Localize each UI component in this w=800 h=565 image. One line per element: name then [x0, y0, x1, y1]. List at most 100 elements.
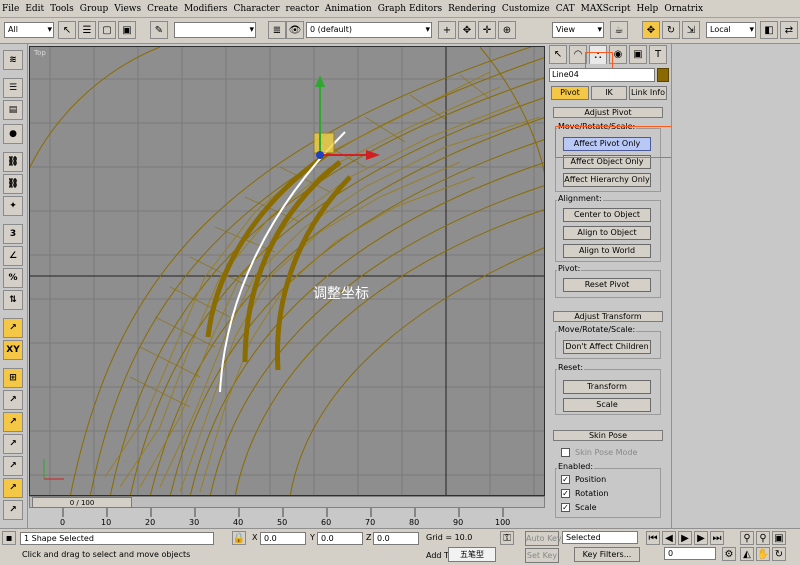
axis-extra-icon[interactable]: ↗ — [3, 500, 23, 520]
abc-named-selection-icon[interactable]: ✎ — [150, 21, 168, 39]
material-editor-icon[interactable]: ● — [3, 124, 23, 144]
orbit-icon[interactable]: ↻ — [772, 547, 786, 561]
adjust-transform-rollout[interactable]: Adjust Transform — [553, 311, 663, 322]
time-slider-track[interactable]: 0 / 100 — [29, 496, 545, 508]
scale-button[interactable]: Scale — [563, 398, 651, 412]
key-filters-button[interactable]: Key Filters... — [574, 547, 640, 562]
skin-pose-mode-checkbox[interactable] — [561, 448, 570, 457]
scale-checkbox[interactable]: ✓ — [561, 503, 570, 512]
align-to-object-button[interactable]: Align to Object — [563, 226, 651, 240]
layer-visibility-icon[interactable]: 👁 — [286, 21, 304, 39]
track-ruler[interactable]: 0 10 20 30 40 50 60 70 80 90 100 — [29, 508, 545, 528]
maxscript-listener-icon[interactable]: ▪ — [2, 531, 16, 545]
snap-3d-icon[interactable]: 3 — [3, 224, 23, 244]
menu-maxscript[interactable]: MAXScript — [581, 4, 631, 14]
y-coord-field[interactable]: 0.0 — [317, 532, 363, 545]
selection-filter-dropdown[interactable]: All — [4, 22, 54, 38]
menu-create[interactable]: Create — [147, 4, 178, 14]
layer-dropdown[interactable]: 0 (default) — [306, 22, 432, 38]
add-to-layer-icon[interactable]: + — [438, 21, 456, 39]
select-layer-icon[interactable]: ✛ — [478, 21, 496, 39]
axis-z-icon[interactable]: ↗ — [3, 434, 23, 454]
axis-yz-icon[interactable]: ↗ — [3, 456, 23, 476]
transform-button[interactable]: Transform — [563, 380, 651, 394]
constraint-xyz-icon[interactable]: ↗ — [3, 318, 23, 338]
object-color-swatch[interactable] — [657, 68, 669, 82]
percent-snap-icon[interactable]: % — [3, 268, 23, 288]
go-to-start-icon[interactable]: ⏮ — [646, 531, 660, 545]
menu-group[interactable]: Group — [80, 4, 108, 14]
layer-manager-icon[interactable]: ≣ — [268, 21, 286, 39]
utilities-tab-icon[interactable]: T — [649, 45, 667, 64]
menu-help[interactable]: Help — [637, 4, 659, 14]
tab-link-info[interactable]: Link Info — [629, 86, 667, 100]
menu-ornatrix[interactable]: Ornatrix — [664, 4, 703, 14]
rect-selection-icon[interactable]: ▢ — [98, 21, 116, 39]
center-to-object-button[interactable]: Center to Object — [563, 208, 651, 222]
key-icon[interactable]: ⚿ — [500, 531, 514, 545]
object-name-field[interactable]: Line04 — [549, 68, 655, 82]
adjust-pivot-rollout[interactable]: Adjust Pivot — [553, 107, 663, 118]
align-to-world-button[interactable]: Align to World — [563, 244, 651, 258]
axis-tripod-icon[interactable]: ⊞ — [3, 368, 23, 388]
time-config-icon[interactable]: ⚙ — [722, 547, 736, 561]
menu-tools[interactable]: Tools — [50, 4, 74, 14]
x-coord-field[interactable]: 0.0 — [260, 532, 306, 545]
reset-pivot-button[interactable]: Reset Pivot — [563, 278, 651, 292]
bind-space-warp-icon[interactable]: ✦ — [3, 196, 23, 216]
axis-x-icon[interactable]: ↗ — [3, 390, 23, 410]
window-crossing-icon[interactable]: ▣ — [118, 21, 136, 39]
menu-customize[interactable]: Customize — [502, 4, 550, 14]
prev-frame-icon[interactable]: ◀ — [662, 531, 676, 545]
spinner-snap-icon[interactable]: ⇅ — [3, 290, 23, 310]
menu-reactor[interactable]: reactor — [286, 4, 319, 14]
position-checkbox[interactable]: ✓ — [561, 475, 570, 484]
time-slider[interactable]: 0 / 100 — [32, 497, 132, 508]
axis-zx-icon[interactable]: ↗ — [3, 478, 23, 498]
move-icon[interactable]: ✥ — [458, 21, 476, 39]
menu-animation[interactable]: Animation — [325, 4, 372, 14]
ime-status[interactable]: 五笔型 — [448, 547, 496, 562]
reference-coord-dropdown[interactable]: View — [552, 22, 604, 38]
next-frame-icon[interactable]: ▶ — [694, 531, 708, 545]
mirror-icon[interactable]: ⇄ — [780, 21, 798, 39]
set-key-button[interactable]: Set Key — [525, 548, 559, 563]
scale-icon[interactable]: ⇲ — [682, 21, 700, 39]
go-to-end-icon[interactable]: ⏭ — [710, 531, 724, 545]
undo-icon[interactable]: ≋ — [3, 50, 23, 70]
select-by-name-icon[interactable]: ☰ — [78, 21, 96, 39]
add-time-tag[interactable]: Add T — [426, 551, 449, 560]
zoom-icon[interactable]: ⚲ — [740, 531, 754, 545]
menu-character[interactable]: Character — [234, 4, 280, 14]
list-icon[interactable]: ☰ — [3, 78, 23, 98]
select-arrow-icon[interactable]: ↖ — [58, 21, 76, 39]
key-selection-dropdown[interactable]: Selected — [562, 531, 638, 544]
skin-pose-rollout[interactable]: Skin Pose — [553, 430, 663, 441]
menu-graph-editors[interactable]: Graph Editors — [378, 4, 442, 14]
pan-hand-icon[interactable]: ✋ — [756, 547, 770, 561]
zoom-extents-icon[interactable]: ▣ — [772, 531, 786, 545]
menu-cat[interactable]: CAT — [556, 4, 575, 14]
tab-pivot[interactable]: Pivot — [551, 86, 589, 100]
menu-file[interactable]: File — [2, 4, 19, 14]
link-icon[interactable]: ⛓ — [3, 152, 23, 172]
display-tab-icon[interactable]: ▣ — [629, 45, 647, 64]
lock-selection-icon[interactable]: 🔒 — [232, 531, 246, 545]
render-teapot-icon[interactable]: ☕ — [610, 21, 628, 39]
tab-ik[interactable]: IK — [591, 86, 627, 100]
coord-system-dropdown[interactable]: Local — [706, 22, 756, 38]
constraint-xy-icon[interactable]: XY — [3, 340, 23, 360]
menu-modifiers[interactable]: Modifiers — [184, 4, 228, 14]
field-of-view-icon[interactable]: ◭ — [740, 547, 754, 561]
named-selection-dropdown[interactable] — [174, 22, 256, 38]
pivot-center-icon[interactable]: ◧ — [760, 21, 778, 39]
rotation-checkbox[interactable]: ✓ — [561, 489, 570, 498]
schematic-icon[interactable]: ▤ — [3, 100, 23, 120]
menu-rendering[interactable]: Rendering — [448, 4, 496, 14]
menu-edit[interactable]: Edit — [25, 4, 44, 14]
create-tab-icon[interactable]: ↖ — [549, 45, 567, 64]
unlink-icon[interactable]: ⛓ — [3, 174, 23, 194]
layer-props-icon[interactable]: ⊕ — [498, 21, 516, 39]
angle-snap-icon[interactable]: ∠ — [3, 246, 23, 266]
axis-y-icon[interactable]: ↗ — [3, 412, 23, 432]
